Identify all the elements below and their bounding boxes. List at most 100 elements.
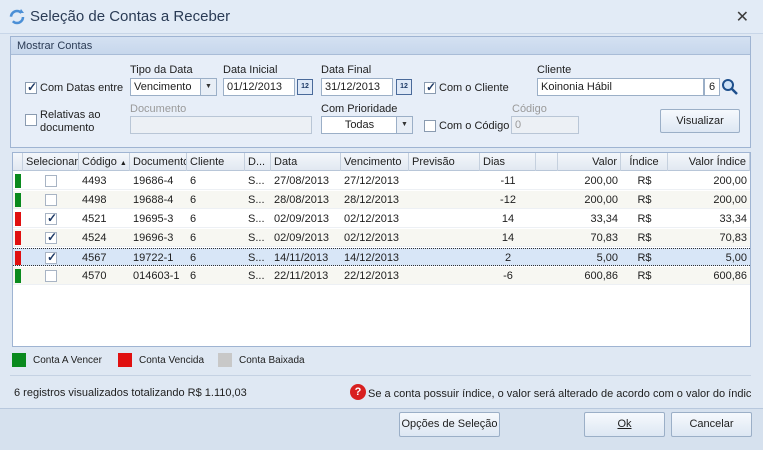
chevron-down-icon[interactable]: ▼ (396, 117, 412, 133)
com-o-cliente-checkbox[interactable] (424, 80, 436, 94)
data-inicial-input[interactable]: 01/12/2013 (223, 78, 295, 96)
cell-codigo: 4570 (82, 270, 107, 282)
table-row[interactable]: 4567 19722-1 6 S... 14/11/2013 14/12/2013 2 5,0… (13, 248, 750, 266)
refresh-app-icon (9, 9, 25, 25)
col-header-documento[interactable]: Documento (130, 153, 187, 171)
cell-valor: 600,86 (584, 270, 618, 282)
cell-vencimento: 22/12/2013 (344, 270, 400, 282)
window-title: Seleção de Contas a Receber (30, 8, 231, 25)
col-header-vencimento[interactable]: Vencimento (341, 153, 409, 171)
cell-d: S... (248, 213, 265, 225)
cell-previsao (409, 249, 480, 267)
cell-documento: 19722-1 (133, 252, 174, 264)
cell-indice: R$ (637, 175, 652, 187)
cell-codigo: 4521 (82, 213, 107, 225)
status-text: 6 registros visualizados totalizando R$ … (14, 387, 247, 399)
com-prioridade-select[interactable]: Todas ▼ (321, 116, 413, 134)
row-select-checkbox[interactable] (45, 194, 57, 206)
cell-vencimento: 02/12/2013 (344, 232, 400, 244)
status-column-header (13, 153, 23, 171)
table-row[interactable]: 4524 19696-3 6 S... 02/09/2013 02/12/2013 14 70… (13, 229, 750, 247)
col-header-indice[interactable]: Índice (621, 153, 668, 171)
opcoes-label: Opções de Seleção (401, 418, 498, 430)
cell-previsao (409, 210, 480, 228)
col-header-blank[interactable] (536, 153, 558, 171)
col-header-cliente[interactable]: Cliente (187, 153, 245, 171)
status-marker (15, 193, 21, 207)
relativas-label-line1: Relativas ao (40, 109, 101, 121)
col-header-valor-indice[interactable]: Valor Índice (668, 153, 750, 171)
cell-previsao (409, 191, 480, 209)
visualizar-button[interactable]: Visualizar (660, 109, 740, 133)
close-icon[interactable]: ✕ (736, 7, 749, 27)
status-marker (15, 231, 21, 245)
status-marker (15, 212, 21, 226)
cell-indice: R$ (637, 252, 652, 264)
calendar-icon[interactable]: 12 (396, 79, 412, 95)
tipo-data-value: Vencimento (134, 81, 192, 93)
cell-d: S... (248, 175, 265, 187)
com-o-codigo-checkbox[interactable] (424, 120, 436, 132)
calendar-icon[interactable]: 12 (297, 79, 313, 95)
cancelar-button[interactable]: Cancelar (671, 412, 752, 437)
cell-valor: 200,00 (584, 194, 618, 206)
com-datas-entre-checkbox[interactable] (25, 80, 37, 94)
cell-documento: 014603-1 (133, 270, 180, 282)
cell-data: 22/11/2013 (274, 270, 329, 282)
cell-valor-indice: 600,86 (713, 270, 747, 282)
row-select-checkbox[interactable] (45, 211, 57, 225)
table-row[interactable]: 4493 19686-4 6 S... 27/08/2013 27/12/2013 -11 2… (13, 172, 750, 190)
row-select-checkbox[interactable] (45, 175, 57, 187)
cell-valor-indice: 70,83 (719, 232, 747, 244)
cancelar-label: Cancelar (689, 418, 734, 430)
legend-label-a-vencer: Conta A Vencer (33, 355, 102, 366)
row-select-checkbox[interactable] (45, 270, 57, 282)
col-header-valor[interactable]: Valor (558, 153, 621, 171)
cell-data: 02/09/2013 (274, 232, 330, 244)
table-row[interactable]: 4570 014603-1 6 S... 22/11/2013 22/12/2013 -6 6… (13, 267, 750, 285)
col-header-dias[interactable]: Dias (480, 153, 536, 171)
cell-indice: R$ (637, 213, 652, 225)
col-header-d[interactable]: D... (245, 153, 271, 171)
relativas-checkbox[interactable] (25, 114, 37, 126)
col-header-selecionar[interactable]: Selecionar (23, 153, 79, 171)
col-header-previsao[interactable]: Previsão (409, 153, 480, 171)
data-inicial-value: 01/12/2013 (227, 81, 283, 93)
cell-vencimento: 14/12/2013 (344, 252, 400, 264)
search-icon[interactable] (721, 78, 739, 96)
data-final-input[interactable]: 31/12/2013 (321, 78, 393, 96)
grid-header: Selecionar Código ▲ Documento Cliente D.… (13, 153, 750, 171)
row-select-checkbox[interactable] (45, 230, 57, 244)
documento-input[interactable] (130, 116, 312, 134)
row-select-checkbox[interactable] (45, 250, 57, 264)
cell-indice: R$ (637, 232, 652, 244)
help-text: Se a conta possuir índice, o valor será … (368, 388, 751, 400)
cell-documento: 19696-3 (133, 232, 174, 244)
cliente-value: Koinonia Hábil (541, 81, 612, 93)
cell-data: 27/08/2013 (274, 175, 330, 187)
com-prioridade-value: Todas (344, 119, 375, 131)
status-marker (15, 251, 21, 265)
col-header-data[interactable]: Data (271, 153, 341, 171)
documento-label: Documento (130, 103, 187, 115)
cell-data: 28/08/2013 (274, 194, 330, 206)
cell-dias: -11 (500, 175, 516, 187)
chevron-down-icon[interactable]: ▼ (200, 79, 216, 95)
cell-valor: 33,34 (590, 213, 618, 225)
codigo-header-label: Código (82, 156, 117, 168)
table-row[interactable]: 4498 19688-4 6 S... 28/08/2013 28/12/2013 -12 2… (13, 191, 750, 209)
col-header-codigo[interactable]: Código ▲ (79, 153, 130, 171)
cell-indice: R$ (637, 194, 652, 206)
cell-vencimento: 02/12/2013 (344, 213, 400, 225)
tipo-data-select[interactable]: Vencimento ▼ (130, 78, 217, 96)
table-row[interactable]: 4521 19695-3 6 S... 02/09/2013 02/12/2013 14 33… (13, 210, 750, 228)
cell-d: S... (248, 252, 265, 264)
codigo-input[interactable]: 0 (511, 116, 579, 134)
cell-valor-indice: 200,00 (713, 194, 747, 206)
cliente-input[interactable]: Koinonia Hábil (537, 78, 704, 96)
panel-title: Mostrar Contas (11, 37, 750, 55)
cell-vencimento: 27/12/2013 (344, 175, 400, 187)
sort-up-icon: ▲ (119, 160, 127, 167)
ok-button[interactable]: Ok (584, 412, 665, 437)
opcoes-de-selecao-button[interactable]: Opções de Seleção (399, 412, 500, 437)
